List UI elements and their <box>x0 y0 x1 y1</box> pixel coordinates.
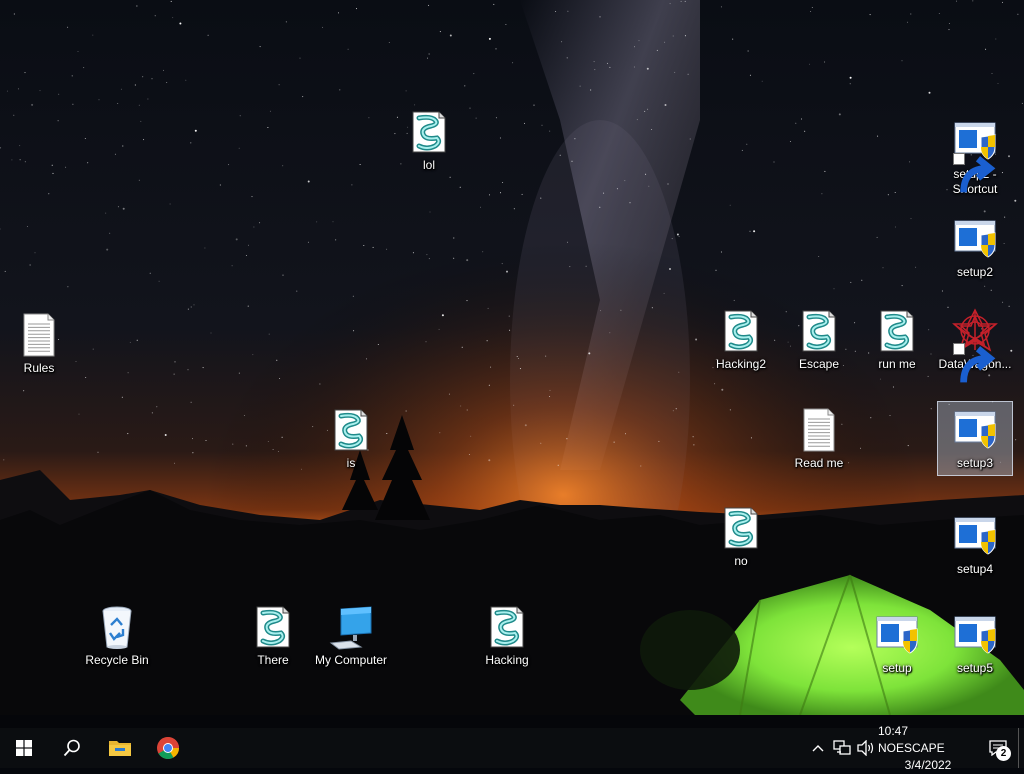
desktop-icon-setup2-shortcut[interactable]: setup2 - Shortcut <box>937 112 1013 202</box>
desktop-icon-label: no <box>734 554 748 568</box>
clock-time: 10:47 NOESCAPE <box>878 723 945 755</box>
search-icon <box>63 739 80 757</box>
desktop-icon-there[interactable]: There <box>235 598 311 673</box>
datawagon-icon <box>951 307 999 383</box>
desktop-icon-label: setup3 <box>956 456 994 470</box>
desktop-icon-hacking2[interactable]: Hacking2 <box>703 302 779 377</box>
installer-icon <box>951 512 999 560</box>
volume-button[interactable] <box>854 728 878 768</box>
desktop-icon-escape[interactable]: Escape <box>781 302 857 377</box>
desktop-icon-setup4[interactable]: setup4 <box>937 507 1013 582</box>
script-icon <box>717 504 765 552</box>
notification-badge: 2 <box>996 746 1011 761</box>
desktop-icon-label: Escape <box>798 357 840 371</box>
chrome-icon <box>157 737 179 759</box>
action-center-button[interactable]: 2 <box>978 728 1018 768</box>
desktop-icon-read-me[interactable]: Read me <box>781 401 857 476</box>
desktop-icon-label: lol <box>422 158 435 172</box>
desktop-icon-label: setup <box>882 661 912 675</box>
desktop-icon-label: setup5 <box>956 661 994 675</box>
clock-date: 3/4/2022 <box>904 757 952 772</box>
desktop-icon-datawagon[interactable]: DataWagon... <box>937 302 1013 383</box>
script-icon <box>249 603 297 651</box>
desktop-icon-lol[interactable]: lol <box>391 103 467 178</box>
desktop-icon-label: run me <box>878 357 916 371</box>
desktop: lol setup2 - Shortcut setup2 Rules Hacking2 E… <box>0 0 1024 728</box>
network-button[interactable] <box>830 728 854 768</box>
desktop-icon-recycle-bin[interactable]: Recycle Bin <box>79 598 155 673</box>
desktop-icon-setup3[interactable]: setup3 <box>937 401 1013 476</box>
desktop-icon-label: Hacking <box>485 653 529 667</box>
desktop-icon-rules[interactable]: Rules <box>1 306 77 381</box>
desktop-icon-no[interactable]: no <box>703 499 779 574</box>
script-icon <box>717 307 765 355</box>
installer-icon <box>951 117 999 193</box>
installer-icon <box>951 215 999 263</box>
network-icon <box>833 740 851 755</box>
desktop-icon-label: Rules <box>23 361 55 375</box>
installer-icon <box>951 406 999 454</box>
desktop-icon-label: setup4 <box>956 562 994 576</box>
script-icon <box>795 307 843 355</box>
chevron-up-icon <box>812 745 824 752</box>
textfile-icon <box>15 311 63 359</box>
desktop-icon-my-computer[interactable]: My Computer <box>313 598 389 673</box>
desktop-icon-setup2[interactable]: setup2 <box>937 210 1013 285</box>
chrome-button[interactable] <box>144 728 192 768</box>
script-icon <box>405 108 453 156</box>
desktop-icon-label: is <box>346 456 356 470</box>
desktop-icon-label: Read me <box>794 456 844 470</box>
desktop-icon-is[interactable]: is <box>313 401 389 476</box>
desktop-icon-setup5[interactable]: setup5 <box>937 606 1013 681</box>
speaker-icon <box>857 740 874 756</box>
file-explorer-icon <box>109 741 131 756</box>
textfile-icon <box>795 406 843 454</box>
desktop-icon-run-me[interactable]: run me <box>859 302 935 377</box>
installer-icon <box>951 611 999 659</box>
shortcut-arrow-icon <box>953 343 996 383</box>
desktop-icon-hacking[interactable]: Hacking <box>469 598 545 673</box>
desktop-icon-label: My Computer <box>314 653 388 667</box>
recyclebin-icon <box>93 603 141 651</box>
system-tray: 10:47 NOESCAPE 3/4/2022 2 <box>806 724 1024 772</box>
clock[interactable]: 10:47 NOESCAPE 3/4/2022 <box>878 724 978 772</box>
installer-icon <box>873 611 921 659</box>
file-explorer-button[interactable] <box>96 728 144 768</box>
windows-logo-icon <box>16 740 32 756</box>
desktop-icon-label: There <box>257 653 289 667</box>
search-button[interactable] <box>48 728 96 768</box>
taskbar: 10:47 NOESCAPE 3/4/2022 2 <box>0 724 1024 772</box>
shortcut-arrow-icon <box>953 153 996 193</box>
desktop-icon-label: setup2 <box>956 265 994 279</box>
start-button[interactable] <box>0 728 48 768</box>
show-hidden-icons-button[interactable] <box>806 728 830 768</box>
desktop-icon-setup[interactable]: setup <box>859 606 935 681</box>
script-icon <box>873 307 921 355</box>
computer-icon <box>327 603 375 651</box>
desktop-icon-label: Recycle Bin <box>85 653 149 667</box>
desktop-icon-label: Hacking2 <box>715 357 767 371</box>
show-desktop-button[interactable] <box>1018 728 1024 768</box>
script-icon <box>483 603 531 651</box>
script-icon <box>327 406 375 454</box>
